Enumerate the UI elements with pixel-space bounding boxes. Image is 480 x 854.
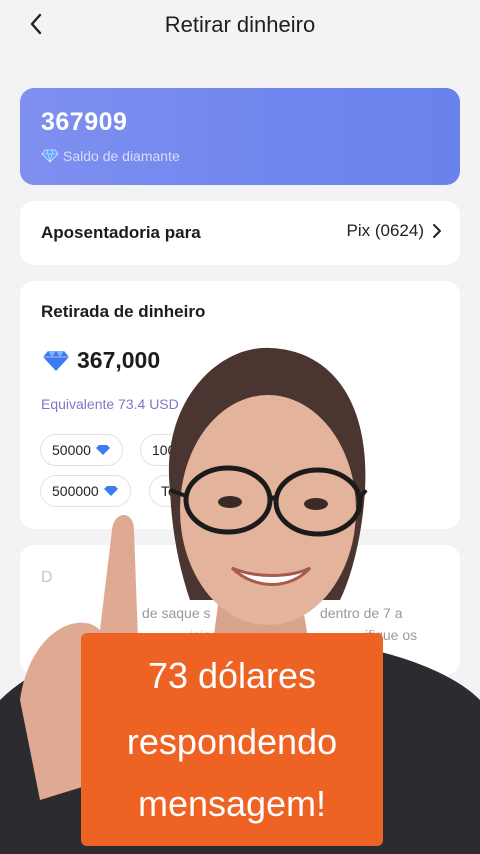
video-caption: 73 dólares respondendo mensagem! (81, 633, 383, 846)
caption-line-3: mensagem! (137, 783, 327, 824)
withdrawal-title: Retirada de dinheiro (41, 302, 206, 321)
page-title: Retirar dinheiro (164, 12, 316, 37)
payout-method-value: Pix (0624) (346, 221, 424, 240)
payout-method-value-group: Pix (0624) (347, 221, 442, 241)
caption-line-1: 73 dólares (147, 655, 317, 696)
payout-method-label: Aposentadoria para (41, 223, 201, 242)
payout-method-row[interactable]: Aposentadoria para Pix (0624) (20, 201, 460, 265)
chevron-right-icon (433, 224, 441, 238)
balance-value: 367909 (41, 108, 128, 136)
balance-label: Saldo de diamante (63, 148, 180, 164)
balance-label-row: Saldo de diamante (41, 148, 180, 164)
diamond-balance-card: 367909 Saldo de diamante (20, 88, 460, 185)
diamond-icon (41, 149, 59, 163)
header: Retirar dinheiro (0, 0, 480, 52)
caption-line-2: respondendo (126, 721, 338, 762)
